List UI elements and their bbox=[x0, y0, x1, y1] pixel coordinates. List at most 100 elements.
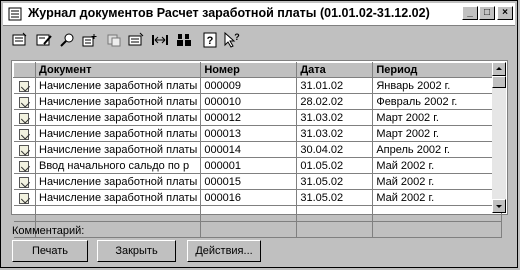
document-cell: Начисление заработной платы bbox=[35, 189, 202, 206]
column-header-document[interactable]: Документ bbox=[34, 62, 202, 78]
new-document-icon[interactable] bbox=[11, 31, 29, 49]
posted-document-icon bbox=[19, 145, 30, 156]
table-row[interactable]: Начисление заработной платы 000016 31.05.0… bbox=[13, 189, 503, 206]
number-cell: 000009 bbox=[200, 77, 298, 94]
date-cell: 30.04.02 bbox=[296, 141, 374, 158]
scroll-down-icon[interactable] bbox=[492, 199, 506, 213]
row-icon-cell bbox=[13, 77, 36, 94]
period-cell: Апрель 2002 г. bbox=[372, 141, 503, 158]
document-cell: Начисление заработной платы bbox=[35, 93, 202, 110]
document-cell: Начисление заработной платы bbox=[35, 141, 202, 158]
comment-label: Комментарий: bbox=[12, 225, 85, 237]
find-icon[interactable] bbox=[59, 31, 77, 49]
posted-document-icon bbox=[19, 97, 30, 108]
document-cell: Начисление заработной платы bbox=[35, 125, 202, 142]
row-icon-cell bbox=[13, 173, 36, 190]
period-cell: Март 2002 г. bbox=[372, 109, 503, 126]
row-icon-cell bbox=[13, 157, 36, 174]
table-row[interactable]: Начисление заработной платы 000015 31.05.0… bbox=[13, 173, 503, 190]
vertical-scrollbar[interactable] bbox=[492, 62, 506, 213]
period-cell: Январь 2002 г. bbox=[372, 77, 503, 94]
close-button-label: Закрыть bbox=[115, 245, 158, 257]
maximize-icon[interactable]: □ bbox=[479, 6, 495, 20]
column-header-icon[interactable] bbox=[13, 62, 36, 78]
actions-button[interactable]: Действия... bbox=[187, 240, 261, 262]
toolbar: ? ? bbox=[11, 31, 271, 49]
number-cell: 000001 bbox=[200, 157, 298, 174]
journal-window: Журнал документов Расчет заработной плат… bbox=[0, 0, 518, 268]
period-cell: Май 2002 г. bbox=[372, 189, 503, 206]
date-cell: 31.03.02 bbox=[296, 109, 374, 126]
number-cell: 000010 bbox=[200, 93, 298, 110]
period-cell: Май 2002 г. bbox=[372, 157, 503, 174]
empty-cell bbox=[296, 221, 374, 238]
date-cell: 31.03.02 bbox=[296, 125, 374, 142]
table-row[interactable]: Начисление заработной платы 000009 31.01.0… bbox=[13, 77, 503, 94]
period-cell: Февраль 2002 г. bbox=[372, 93, 503, 110]
row-icon-cell bbox=[13, 189, 36, 206]
date-cell: 01.05.02 bbox=[296, 157, 374, 174]
print-button[interactable]: Печать bbox=[12, 240, 88, 262]
row-icon-cell bbox=[13, 93, 36, 110]
empty-cell bbox=[200, 205, 298, 222]
column-header-date[interactable]: Дата bbox=[296, 62, 374, 78]
period-cell: Март 2002 г. bbox=[372, 125, 503, 142]
column-header-number[interactable]: Номер bbox=[200, 62, 298, 78]
row-icon-cell bbox=[13, 125, 36, 142]
move-icon[interactable] bbox=[105, 31, 123, 49]
empty-cell bbox=[13, 205, 36, 222]
document-cell: Начисление заработной платы bbox=[35, 109, 202, 126]
row-icon-cell bbox=[13, 109, 36, 126]
title-bar[interactable]: Журнал документов Расчет заработной плат… bbox=[3, 3, 515, 26]
window-title: Журнал документов Расчет заработной плат… bbox=[28, 6, 430, 20]
edit-document-icon[interactable] bbox=[35, 31, 53, 49]
posted-document-icon bbox=[19, 193, 30, 204]
number-cell: 000016 bbox=[200, 189, 298, 206]
column-header-period[interactable]: Период bbox=[372, 62, 503, 78]
close-button[interactable]: Закрыть bbox=[97, 240, 176, 262]
empty-cell bbox=[372, 205, 503, 222]
empty-cell bbox=[296, 205, 374, 222]
copy-document-icon[interactable] bbox=[81, 31, 99, 49]
table-row[interactable]: Начисление заработной платы 000014 30.04.0… bbox=[13, 141, 503, 158]
scroll-thumb[interactable] bbox=[492, 76, 506, 88]
empty-cell bbox=[35, 205, 202, 222]
interval-icon[interactable] bbox=[151, 31, 169, 49]
svg-text:?: ? bbox=[234, 32, 240, 42]
print-button-label: Печать bbox=[31, 245, 69, 257]
empty-row bbox=[13, 221, 503, 238]
number-cell: 000012 bbox=[200, 109, 298, 126]
close-icon[interactable]: × bbox=[497, 6, 513, 20]
document-cell: Начисление заработной платы bbox=[35, 77, 202, 94]
date-cell: 31.05.02 bbox=[296, 189, 374, 206]
posted-document-icon bbox=[19, 129, 30, 140]
document-cell: Ввод начального сальдо по р bbox=[35, 157, 202, 174]
documents-grid: Документ Номер Дата Период Начисление за… bbox=[13, 62, 503, 238]
date-cell: 31.01.02 bbox=[296, 77, 374, 94]
table-row[interactable]: Начисление заработной платы 000012 31.03.0… bbox=[13, 109, 503, 126]
minimize-icon[interactable]: _ bbox=[462, 6, 478, 20]
number-cell: 000014 bbox=[200, 141, 298, 158]
scroll-up-icon[interactable] bbox=[492, 62, 506, 76]
empty-cell bbox=[200, 221, 298, 238]
actions-button-label: Действия... bbox=[195, 245, 253, 257]
table-row[interactable]: Начисление заработной платы 000013 31.03.0… bbox=[13, 125, 503, 142]
posted-document-icon bbox=[19, 161, 30, 172]
context-help-icon[interactable]: ? bbox=[223, 31, 241, 49]
date-cell: 31.05.02 bbox=[296, 173, 374, 190]
help-icon[interactable]: ? bbox=[201, 31, 219, 49]
svg-text:?: ? bbox=[207, 35, 214, 47]
table-row[interactable]: Ввод начального сальдо по р 000001 01.05.0… bbox=[13, 157, 503, 174]
posted-document-icon bbox=[19, 177, 30, 188]
documents-table[interactable]: Документ Номер Дата Период Начисление за… bbox=[11, 60, 508, 238]
journal-icon bbox=[8, 7, 22, 21]
posted-document-icon bbox=[19, 113, 30, 124]
period-cell: Май 2002 г. bbox=[372, 173, 503, 190]
table-row[interactable]: Начисление заработной платы 000010 28.02.0… bbox=[13, 93, 503, 110]
date-cell: 28.02.02 bbox=[296, 93, 374, 110]
tree-icon[interactable] bbox=[175, 31, 193, 49]
number-cell: 000013 bbox=[200, 125, 298, 142]
document-cell: Начисление заработной платы bbox=[35, 173, 202, 190]
filter-icon[interactable] bbox=[127, 31, 145, 49]
number-cell: 000015 bbox=[200, 173, 298, 190]
